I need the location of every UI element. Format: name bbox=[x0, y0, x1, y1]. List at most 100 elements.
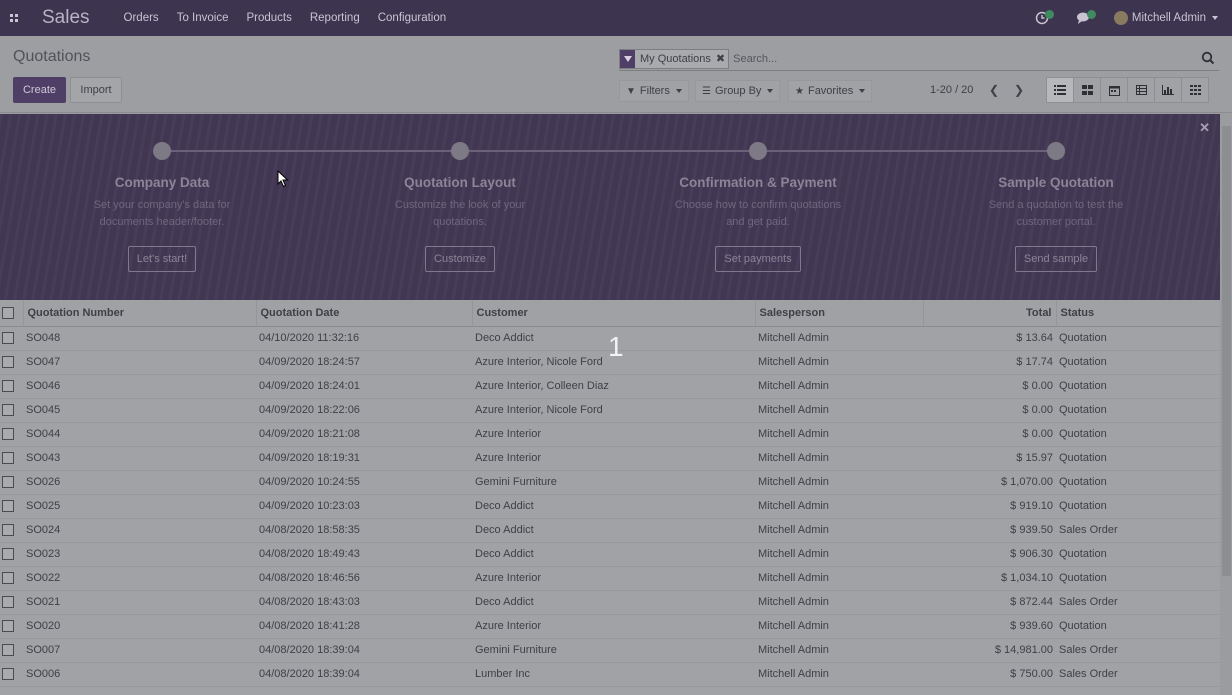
row-checkbox[interactable] bbox=[2, 332, 14, 345]
row-checkbox[interactable] bbox=[2, 500, 14, 513]
menu-to-invoice[interactable]: To Invoice bbox=[177, 12, 229, 24]
cell-total: $ 13.64 bbox=[923, 326, 1056, 351]
cell-quotation-number: SO025 bbox=[23, 494, 256, 519]
pivot-view-icon[interactable] bbox=[1127, 77, 1155, 103]
facet-label: My Quotations bbox=[640, 52, 711, 65]
list-view-icon[interactable] bbox=[1046, 77, 1074, 103]
row-checkbox[interactable] bbox=[2, 404, 14, 417]
cell-customer: Azure Interior, Nicole Ford bbox=[472, 398, 755, 423]
table-row[interactable]: SO021 04/08/2020 18:43:03 Deco Addict Mitch… bbox=[0, 590, 1220, 615]
step-title[interactable]: Confirmation & Payment bbox=[638, 175, 878, 190]
row-select-cell bbox=[0, 638, 23, 663]
step-title[interactable]: Quotation Layout bbox=[340, 175, 580, 190]
step-title[interactable]: Sample Quotation bbox=[936, 175, 1176, 190]
row-checkbox[interactable] bbox=[2, 452, 14, 465]
close-icon[interactable]: ✕ bbox=[1199, 120, 1210, 136]
table-row[interactable]: SO023 04/08/2020 18:49:43 Deco Addict Mitch… bbox=[0, 542, 1220, 567]
table-row[interactable]: SO007 04/08/2020 18:39:04 Gemini Furniture… bbox=[0, 638, 1220, 663]
send-sample-button[interactable]: Send sample bbox=[1014, 246, 1098, 272]
search-input[interactable] bbox=[733, 52, 1174, 65]
row-checkbox[interactable] bbox=[2, 428, 14, 441]
table-row[interactable]: SO025 04/09/2020 10:23:03 Deco Addict Mitch… bbox=[0, 494, 1220, 519]
row-select-cell bbox=[0, 374, 23, 399]
step-title[interactable]: Company Data bbox=[42, 175, 282, 190]
filters-dropdown[interactable]: ▼ Filters bbox=[619, 80, 689, 102]
column-header-total[interactable]: Total bbox=[923, 300, 1057, 327]
table-row[interactable]: SO044 04/09/2020 18:21:08 Azure Interior Mi… bbox=[0, 422, 1220, 447]
view-switcher bbox=[1046, 77, 1209, 103]
table-row[interactable]: SO020 04/08/2020 18:41:28 Azure Interior Mi… bbox=[0, 614, 1220, 639]
cell-total: $ 906.30 bbox=[923, 542, 1056, 567]
row-checkbox[interactable] bbox=[2, 668, 14, 681]
table-row[interactable]: SO046 04/09/2020 18:24:01 Azure Interior, … bbox=[0, 374, 1220, 399]
groupby-dropdown[interactable]: ☰ Group By bbox=[695, 80, 781, 102]
activity-clock-icon[interactable] bbox=[1030, 8, 1054, 28]
cell-customer: Azure Interior bbox=[472, 446, 755, 471]
cell-total: $ 939.60 bbox=[923, 614, 1056, 639]
cell-salesperson: Mitchell Admin bbox=[755, 638, 923, 663]
cell-total: $ 17.74 bbox=[923, 350, 1056, 375]
table-row[interactable]: SO045 04/09/2020 18:22:06 Azure Interior, … bbox=[0, 398, 1220, 423]
table-row[interactable]: SO022 04/08/2020 18:46:56 Azure Interior Mi… bbox=[0, 566, 1220, 591]
row-checkbox[interactable] bbox=[2, 596, 14, 609]
scrollbar-thumb[interactable] bbox=[1222, 126, 1231, 576]
set-payments-button[interactable]: Set payments bbox=[715, 246, 801, 272]
column-header-status[interactable]: Status bbox=[1056, 300, 1220, 327]
column-header-quotation-date[interactable]: Quotation Date bbox=[256, 300, 473, 327]
graph-view-icon[interactable] bbox=[1154, 77, 1182, 103]
app-brand[interactable]: Sales bbox=[42, 7, 90, 29]
user-menu-chevron-down-icon[interactable] bbox=[1212, 16, 1218, 20]
chevron-down-icon bbox=[675, 89, 682, 93]
row-select-cell bbox=[0, 542, 23, 567]
cell-quotation-date: 04/09/2020 10:23:03 bbox=[256, 494, 472, 519]
cell-customer: Deco Addict bbox=[472, 590, 755, 615]
row-checkbox[interactable] bbox=[2, 356, 14, 369]
apps-menu-icon[interactable] bbox=[0, 0, 28, 36]
facet-remove-icon[interactable]: ✖ bbox=[716, 50, 728, 68]
table-row[interactable]: SO006 04/08/2020 18:39:04 Lumber Inc Mitche… bbox=[0, 662, 1220, 687]
customize-button[interactable]: Customize bbox=[425, 246, 495, 272]
create-button[interactable]: Create bbox=[13, 77, 66, 103]
cell-status: Sales Order bbox=[1056, 662, 1220, 687]
table-row[interactable]: SO026 04/09/2020 10:24:55 Gemini Furniture… bbox=[0, 470, 1220, 495]
cell-status: Quotation bbox=[1056, 614, 1220, 639]
table-header-row: Quotation Number Quotation Date Customer… bbox=[0, 300, 1220, 327]
search-icon[interactable] bbox=[1201, 51, 1215, 65]
pager-value[interactable]: 1-20 / 20 bbox=[930, 84, 973, 96]
pager-previous-icon[interactable]: ❮ bbox=[986, 80, 1002, 100]
messaging-chat-icon[interactable] bbox=[1072, 8, 1096, 28]
scrollbar[interactable] bbox=[1220, 114, 1232, 695]
cell-status: Quotation bbox=[1056, 398, 1220, 423]
cell-quotation-number: SO021 bbox=[23, 590, 256, 615]
row-checkbox[interactable] bbox=[2, 476, 14, 489]
favorites-dropdown[interactable]: ★ Favorites bbox=[788, 80, 873, 102]
pager-next-icon[interactable]: ❯ bbox=[1011, 80, 1027, 100]
cell-salesperson: Mitchell Admin bbox=[755, 470, 923, 495]
column-header-salesperson[interactable]: Salesperson bbox=[755, 300, 924, 327]
search-facet: My Quotations ✖ bbox=[619, 48, 730, 69]
column-header-quotation-number[interactable]: Quotation Number bbox=[23, 300, 257, 327]
import-button[interactable]: Import bbox=[70, 77, 122, 103]
lets-start-button[interactable]: Let's start! bbox=[127, 246, 197, 272]
calendar-view-icon[interactable] bbox=[1100, 77, 1128, 103]
user-avatar[interactable] bbox=[1113, 11, 1128, 25]
row-checkbox[interactable] bbox=[2, 620, 14, 633]
row-checkbox[interactable] bbox=[2, 548, 14, 561]
row-checkbox[interactable] bbox=[2, 572, 14, 585]
row-checkbox[interactable] bbox=[2, 644, 14, 657]
table-row[interactable]: SO024 04/08/2020 18:58:35 Deco Addict Mitch… bbox=[0, 518, 1220, 543]
row-select-cell bbox=[0, 662, 23, 687]
column-header-customer[interactable]: Customer bbox=[472, 300, 756, 327]
row-checkbox[interactable] bbox=[2, 524, 14, 537]
user-menu[interactable]: Mitchell Admin bbox=[1132, 12, 1206, 24]
row-checkbox[interactable] bbox=[2, 380, 14, 393]
table-row[interactable]: SO043 04/09/2020 18:19:31 Azure Interior Mi… bbox=[0, 446, 1220, 471]
menu-configuration[interactable]: Configuration bbox=[378, 12, 446, 24]
menu-reporting[interactable]: Reporting bbox=[310, 12, 360, 24]
menu-orders[interactable]: Orders bbox=[124, 12, 159, 24]
kanban-view-icon[interactable] bbox=[1073, 77, 1101, 103]
cell-quotation-number: SO046 bbox=[23, 374, 256, 399]
menu-products[interactable]: Products bbox=[246, 12, 291, 24]
select-all-checkbox[interactable] bbox=[2, 306, 14, 319]
activity-view-icon[interactable] bbox=[1181, 77, 1209, 103]
